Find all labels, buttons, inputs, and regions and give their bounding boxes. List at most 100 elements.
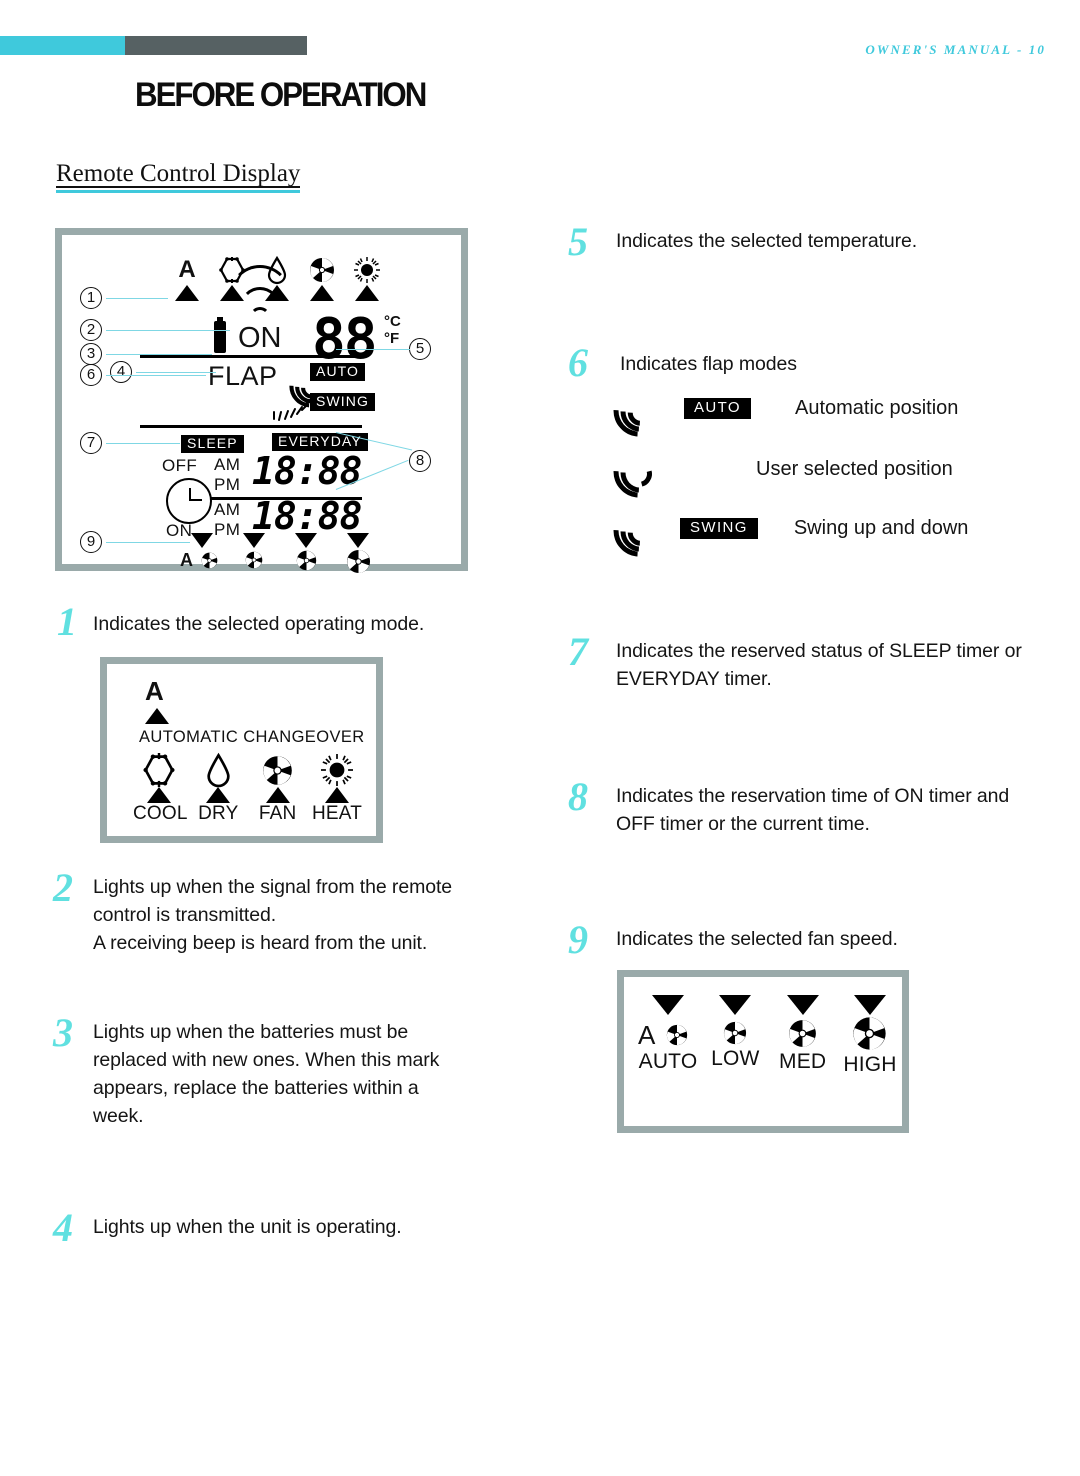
fan-icon (201, 552, 217, 568)
lcd-timer-off-label: OFF (162, 456, 198, 475)
flap-mode-row-swing: SWING Swing up and down (603, 497, 969, 567)
pointer-triangle-down (191, 533, 213, 548)
item-4-number: 4 (53, 1205, 73, 1250)
section-rule-dark (56, 186, 301, 188)
item-3-line-1: Lights up when the batteries must be (93, 1021, 409, 1043)
mode-legend-heat-label: HEAT (311, 803, 363, 824)
callout-8: 8 (409, 450, 431, 472)
callout-5-leader (336, 349, 410, 351)
flap-wave-swing-icon (603, 497, 673, 567)
item-1-number: 1 (57, 599, 77, 644)
mode-legend-dry-label: DRY (198, 803, 239, 824)
item-8-line-2: OFF timer or the current time. (616, 813, 870, 835)
item-7-line-2: EVERYDAY timer. (616, 668, 772, 690)
item-2-line-1: Lights up when the signal from the remot… (93, 876, 453, 898)
lcd-divider-1 (140, 355, 362, 358)
flap-swing-desc: Swing up and down (793, 517, 969, 539)
item-2-number: 2 (53, 865, 73, 910)
mode-legend-dry: DRY (192, 752, 244, 825)
section-heading-label: Remote Control Display (56, 160, 301, 187)
pointer-triangle-down (295, 533, 317, 548)
callout-1-leader (106, 298, 168, 300)
lcd-flap-label: FLAP (208, 361, 278, 391)
fan-speed-legend-row: A AUTO LOW MED HIGH (638, 995, 900, 1077)
callout-1: 1 (80, 287, 102, 309)
lcd-temperature-unit: °C °F (384, 313, 401, 347)
fan-icon (245, 551, 263, 569)
callout-7: 7 (80, 432, 102, 454)
item-2-line-3: A receiving beep is heard from the unit. (93, 932, 428, 954)
item-9-number: 9 (568, 917, 588, 962)
fan-legend-high: HIGH (840, 995, 900, 1077)
lcd-mode-heat (347, 257, 387, 301)
callout-4: 4 (110, 361, 132, 383)
callout-5: 5 (409, 338, 431, 360)
fan-icon (296, 550, 316, 571)
item-8-line-1: Indicates the reservation time of ON tim… (616, 785, 1010, 807)
fan-icon (263, 756, 292, 785)
fan-legend-med: MED (773, 995, 833, 1077)
lcd-time-bottom: 18:88 (252, 494, 362, 538)
callout-2: 2 (80, 319, 102, 341)
item-1-text: Indicates the selected operating mode. (93, 613, 425, 635)
remote-lcd-diagram: A ON 88 °C °F FLAP AUTO SWING SLEEP EVER… (55, 228, 468, 574)
lcd-time-top: 18:88 (252, 449, 362, 493)
snowflake-icon (143, 753, 175, 787)
pointer-triangle-up (355, 285, 379, 301)
lcd-auto-chip: AUTO (310, 363, 366, 381)
lcd-fan-low (232, 533, 276, 574)
callout-7-leader (106, 443, 180, 445)
pointer-triangle-down (719, 995, 752, 1015)
auto-a-letter: A (180, 550, 193, 570)
lcd-fan-speed-row: A (180, 533, 380, 574)
fan-legend-low-label: LOW (711, 1047, 760, 1070)
mode-legend-heat: HEAT (311, 754, 363, 825)
item-3-text: Lights up when the batteries must be rep… (93, 1018, 503, 1130)
clock-icon (166, 478, 212, 524)
pointer-triangle-up (175, 285, 199, 301)
auto-a-letter: A (638, 1020, 656, 1050)
battery-icon (214, 317, 226, 353)
flap-mode-row-auto: AUTO Automatic position (603, 377, 958, 447)
pointer-triangle-down (243, 533, 265, 548)
item-3-line-4: week. (93, 1105, 144, 1127)
droplet-icon (207, 752, 230, 788)
item-6-text: Indicates flap modes (620, 353, 797, 375)
section-heading: Remote Control Display (56, 160, 301, 193)
item-3-number: 3 (53, 1010, 73, 1055)
item-3-line-3: appears, replace the batteries within a (93, 1077, 419, 1099)
fan-icon (724, 1021, 747, 1045)
mode-auto-caption: AUTOMATIC CHANGEOVER (139, 728, 365, 746)
sun-icon (354, 257, 380, 283)
mode-legend-row: COOL DRY FAN HEAT (133, 752, 363, 825)
fan-speed-legend: A AUTO LOW MED HIGH (617, 970, 909, 1133)
mode-auto-letter: A (145, 676, 164, 706)
lcd-temperature-value: 88 (312, 307, 377, 372)
fan-legend-auto: A AUTO (638, 995, 698, 1077)
fan-legend-high-label: HIGH (843, 1053, 897, 1076)
pointer-triangle-down (853, 995, 886, 1015)
fan-legend-low: LOW (705, 995, 765, 1077)
item-2-line-2: control is transmitted. (93, 904, 277, 926)
pointer-triangle-down (652, 995, 684, 1015)
item-3-line-2: replaced with new ones. When this mark (93, 1049, 440, 1071)
lcd-fan-auto: A (180, 533, 224, 574)
callout-9: 9 (80, 531, 102, 553)
fan-legend-med-label: MED (779, 1050, 827, 1073)
flap-mode-row-user: User selected position (603, 438, 953, 508)
mode-legend-cool-label: COOL (133, 803, 188, 824)
fan-icon (310, 258, 334, 282)
unit-celsius: °C (384, 313, 401, 330)
item-8-text: Indicates the reservation time of ON tim… (616, 782, 1046, 838)
item-9-text: Indicates the selected fan speed. (616, 928, 898, 950)
fan-icon (789, 1020, 817, 1047)
header-accent-bar-cyan (0, 36, 125, 55)
item-6-number: 6 (568, 340, 588, 385)
flap-wave-auto-icon (603, 377, 673, 447)
lcd-on-indicator: ON (238, 322, 282, 354)
lcd-swing-chip: SWING (310, 393, 375, 411)
callout-4-leader (136, 372, 216, 374)
item-8-number: 8 (568, 774, 588, 819)
lcd-fan-high (336, 533, 380, 574)
callout-6: 6 (80, 364, 102, 386)
